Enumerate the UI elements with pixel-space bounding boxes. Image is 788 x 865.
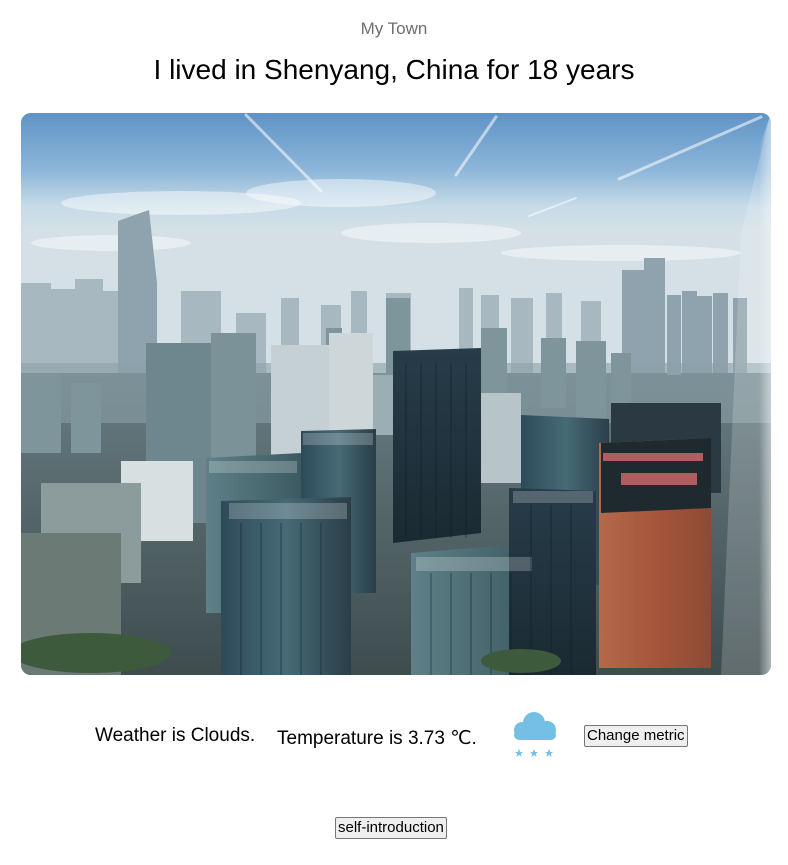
- page-title: I lived in Shenyang, China for 18 years: [153, 54, 635, 85]
- weather-panel: Weather is Clouds. Temperature is 3.73 ℃…: [0, 700, 788, 770]
- self-introduction-button[interactable]: self-introduction: [335, 817, 447, 839]
- snow-cloud-icon: [514, 712, 556, 757]
- page-subtitle: My Town: [360, 19, 428, 38]
- weather-summary: Weather is Clouds.: [95, 725, 256, 746]
- change-metric-button[interactable]: Change metric: [584, 725, 688, 747]
- city-skyline-photo: [21, 113, 771, 675]
- temperature-readout: Temperature is 3.73 ℃.: [277, 728, 477, 749]
- page: My Town I lived in Shenyang, China for 1…: [0, 0, 788, 865]
